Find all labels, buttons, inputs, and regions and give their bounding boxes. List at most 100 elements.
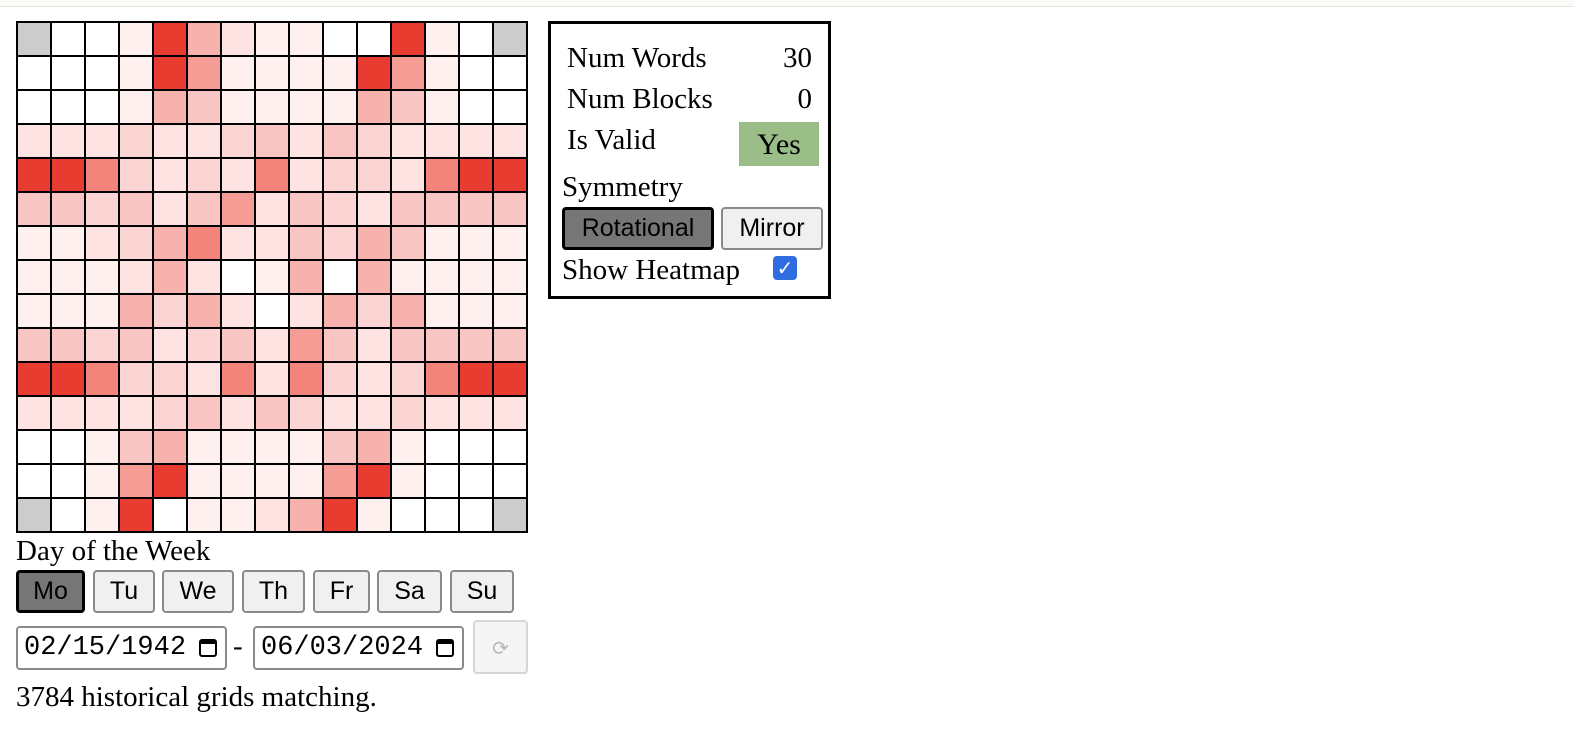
grid-cell[interactable] bbox=[460, 193, 492, 225]
grid-cell[interactable] bbox=[460, 91, 492, 123]
grid-cell[interactable] bbox=[392, 363, 424, 395]
grid-cell[interactable] bbox=[290, 295, 322, 327]
grid-cell[interactable] bbox=[188, 465, 220, 497]
grid-cell[interactable] bbox=[154, 125, 186, 157]
grid-cell[interactable] bbox=[154, 23, 186, 55]
grid-cell[interactable] bbox=[222, 261, 254, 293]
grid-cell[interactable] bbox=[188, 499, 220, 531]
grid-cell[interactable] bbox=[460, 397, 492, 429]
grid-cell[interactable] bbox=[52, 465, 84, 497]
grid-cell[interactable] bbox=[290, 397, 322, 429]
day-button-mo[interactable]: Mo bbox=[16, 570, 85, 613]
grid-cell[interactable] bbox=[120, 57, 152, 89]
grid-cell[interactable] bbox=[392, 23, 424, 55]
calendar-icon[interactable] bbox=[199, 639, 217, 657]
grid-cell[interactable] bbox=[222, 465, 254, 497]
grid-cell[interactable] bbox=[358, 57, 390, 89]
grid-cell[interactable] bbox=[324, 465, 356, 497]
grid-cell[interactable] bbox=[86, 295, 118, 327]
grid-cell[interactable] bbox=[120, 261, 152, 293]
grid-cell[interactable] bbox=[52, 363, 84, 395]
grid-cell[interactable] bbox=[188, 397, 220, 429]
grid-cell[interactable] bbox=[86, 159, 118, 191]
grid-cell[interactable] bbox=[52, 23, 84, 55]
grid-cell[interactable] bbox=[86, 329, 118, 361]
grid-cell[interactable] bbox=[392, 465, 424, 497]
grid-cell[interactable] bbox=[256, 193, 288, 225]
crossword-grid[interactable] bbox=[16, 21, 528, 533]
grid-cell[interactable] bbox=[154, 159, 186, 191]
grid-cell[interactable] bbox=[324, 261, 356, 293]
grid-cell[interactable] bbox=[256, 91, 288, 123]
grid-cell[interactable] bbox=[188, 159, 220, 191]
grid-cell[interactable] bbox=[120, 227, 152, 259]
grid-cell[interactable] bbox=[358, 125, 390, 157]
grid-cell[interactable] bbox=[324, 57, 356, 89]
grid-cell[interactable] bbox=[358, 397, 390, 429]
grid-cell[interactable] bbox=[222, 397, 254, 429]
grid-cell[interactable] bbox=[154, 465, 186, 497]
grid-cell[interactable] bbox=[256, 57, 288, 89]
day-button-su[interactable]: Su bbox=[450, 570, 514, 613]
grid-cell[interactable] bbox=[494, 91, 526, 123]
grid-cell[interactable] bbox=[86, 363, 118, 395]
grid-cell[interactable] bbox=[324, 227, 356, 259]
grid-cell[interactable] bbox=[120, 23, 152, 55]
grid-cell[interactable] bbox=[222, 125, 254, 157]
grid-cell[interactable] bbox=[222, 499, 254, 531]
grid-cell[interactable] bbox=[86, 57, 118, 89]
grid-cell[interactable] bbox=[52, 261, 84, 293]
grid-cell[interactable] bbox=[324, 91, 356, 123]
grid-cell[interactable] bbox=[426, 431, 458, 463]
grid-cell[interactable] bbox=[18, 295, 50, 327]
grid-cell[interactable] bbox=[256, 465, 288, 497]
grid-cell[interactable] bbox=[120, 329, 152, 361]
grid-cell[interactable] bbox=[290, 125, 322, 157]
grid-cell[interactable] bbox=[18, 57, 50, 89]
grid-cell[interactable] bbox=[18, 431, 50, 463]
grid-cell[interactable] bbox=[188, 295, 220, 327]
grid-cell[interactable] bbox=[494, 329, 526, 361]
grid-cell[interactable] bbox=[494, 465, 526, 497]
grid-cell[interactable] bbox=[86, 499, 118, 531]
grid-cell[interactable] bbox=[222, 295, 254, 327]
grid-cell[interactable] bbox=[154, 295, 186, 327]
grid-cell[interactable] bbox=[52, 91, 84, 123]
grid-cell[interactable] bbox=[290, 91, 322, 123]
grid-cell[interactable] bbox=[188, 57, 220, 89]
grid-cell[interactable] bbox=[460, 329, 492, 361]
grid-cell[interactable] bbox=[460, 227, 492, 259]
grid-cell[interactable] bbox=[256, 125, 288, 157]
grid-cell[interactable] bbox=[154, 499, 186, 531]
grid-cell[interactable] bbox=[52, 57, 84, 89]
grid-cell[interactable] bbox=[460, 499, 492, 531]
grid-cell[interactable] bbox=[222, 363, 254, 395]
grid-cell[interactable] bbox=[426, 23, 458, 55]
grid-cell[interactable] bbox=[358, 227, 390, 259]
grid-cell[interactable] bbox=[222, 23, 254, 55]
grid-cell[interactable] bbox=[18, 23, 50, 55]
grid-cell[interactable] bbox=[426, 499, 458, 531]
grid-cell[interactable] bbox=[358, 465, 390, 497]
grid-cell[interactable] bbox=[18, 261, 50, 293]
grid-cell[interactable] bbox=[290, 57, 322, 89]
grid-cell[interactable] bbox=[52, 499, 84, 531]
grid-cell[interactable] bbox=[18, 397, 50, 429]
grid-cell[interactable] bbox=[222, 193, 254, 225]
grid-cell[interactable] bbox=[324, 159, 356, 191]
day-button-tu[interactable]: Tu bbox=[93, 570, 155, 613]
grid-cell[interactable] bbox=[188, 329, 220, 361]
grid-cell[interactable] bbox=[18, 363, 50, 395]
grid-cell[interactable] bbox=[86, 465, 118, 497]
grid-cell[interactable] bbox=[460, 261, 492, 293]
grid-cell[interactable] bbox=[426, 363, 458, 395]
grid-cell[interactable] bbox=[222, 159, 254, 191]
grid-cell[interactable] bbox=[222, 431, 254, 463]
grid-cell[interactable] bbox=[426, 261, 458, 293]
grid-cell[interactable] bbox=[86, 23, 118, 55]
grid-cell[interactable] bbox=[392, 295, 424, 327]
grid-cell[interactable] bbox=[120, 125, 152, 157]
grid-cell[interactable] bbox=[494, 227, 526, 259]
grid-cell[interactable] bbox=[120, 159, 152, 191]
grid-cell[interactable] bbox=[52, 431, 84, 463]
